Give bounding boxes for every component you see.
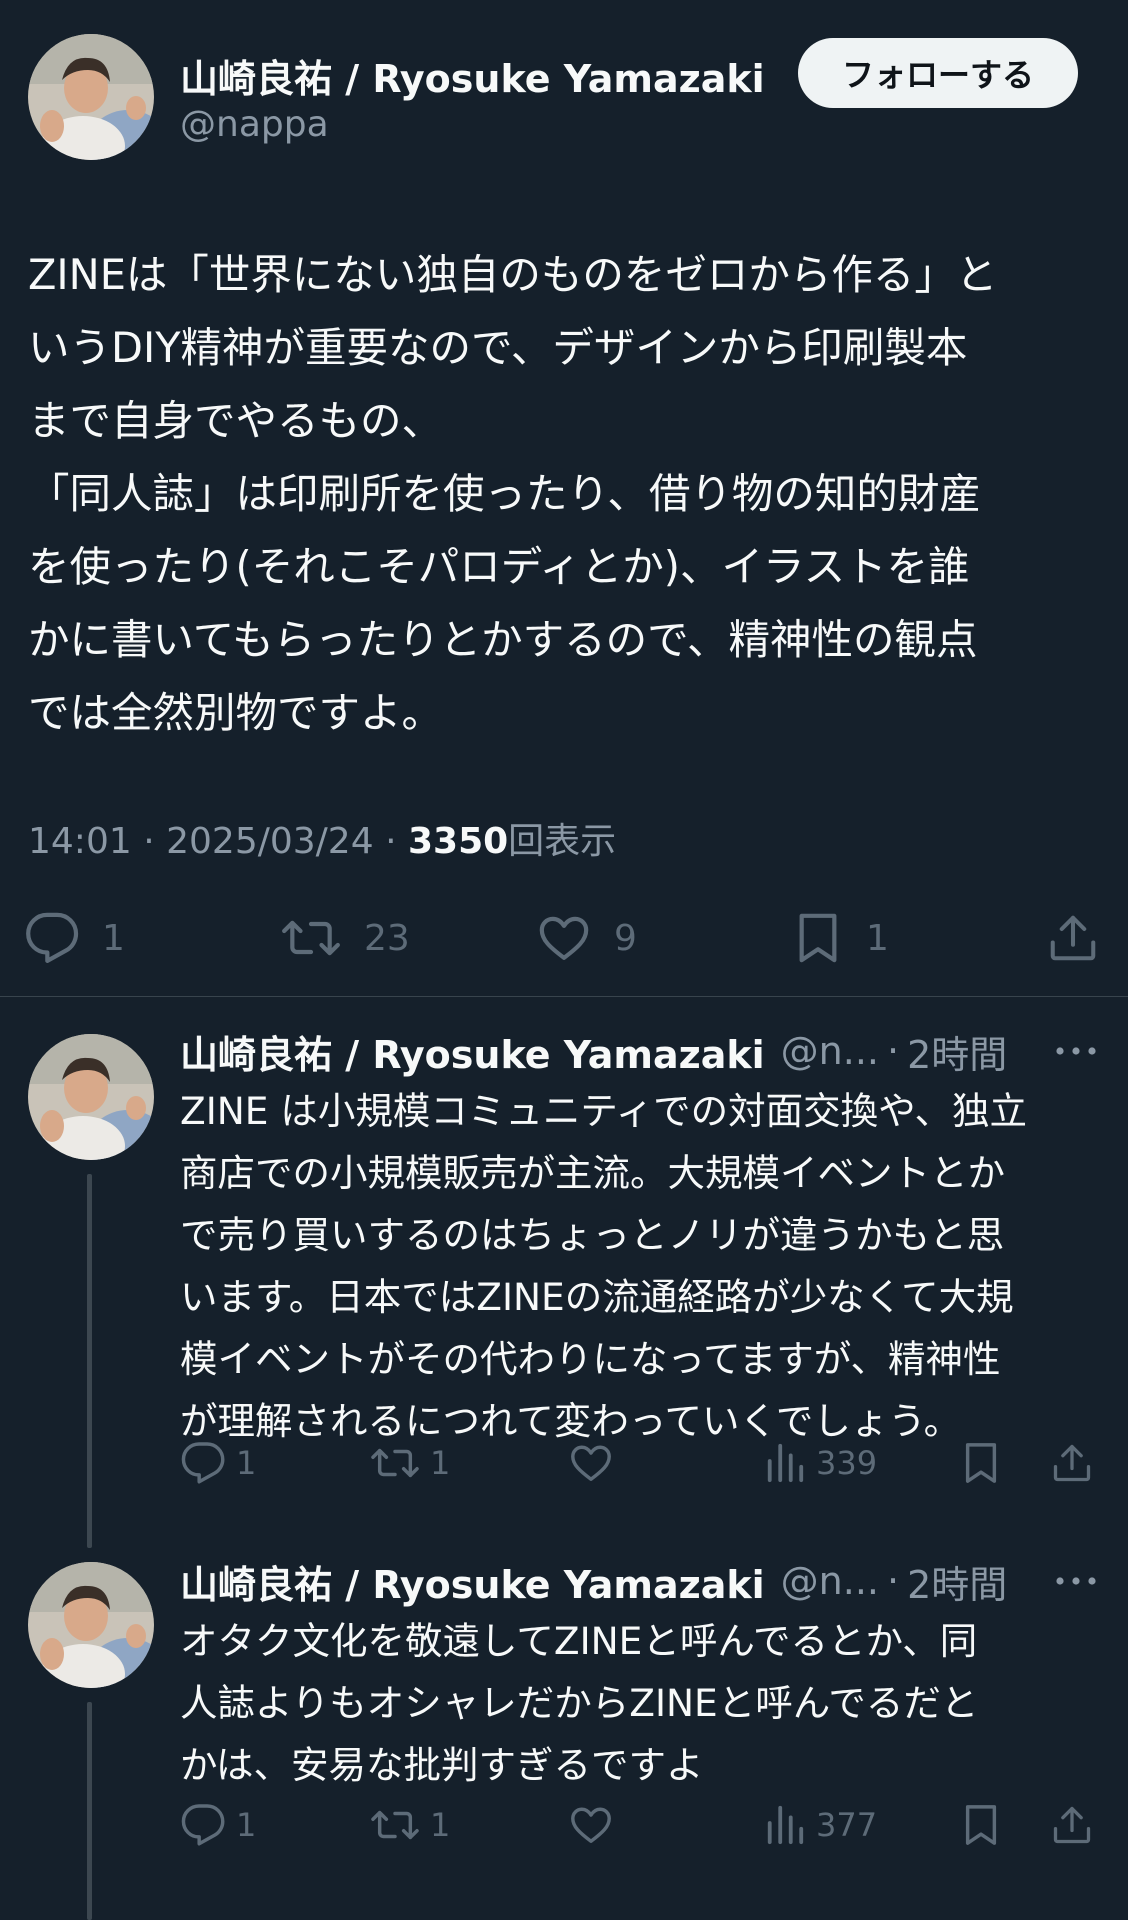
like-action[interactable] bbox=[568, 1800, 614, 1850]
like-count: 9 bbox=[614, 917, 637, 959]
reply-time[interactable]: 2時間 bbox=[907, 1554, 1007, 1609]
retweet-count: 1 bbox=[430, 1444, 451, 1482]
reply-action[interactable]: 1 bbox=[180, 1800, 256, 1850]
reply-header: 山崎良祐 / Ryosuke Yamazaki @n... · 2時間 bbox=[180, 1024, 1104, 1079]
tweet-detail-page: 山崎良祐 / Ryosuke Yamazaki @nappa フォローする ZI… bbox=[0, 0, 1128, 1920]
heart-icon bbox=[571, 1807, 611, 1844]
views-action[interactable]: 339 bbox=[764, 1438, 877, 1488]
share-action[interactable] bbox=[1050, 1438, 1094, 1488]
bookmark-icon bbox=[965, 1443, 997, 1483]
reply-author-avatar[interactable] bbox=[28, 1562, 154, 1688]
like-action[interactable]: 9 bbox=[536, 908, 637, 968]
heart-icon bbox=[539, 916, 589, 960]
like-action[interactable] bbox=[568, 1438, 614, 1488]
avatar-image bbox=[28, 34, 154, 160]
reply-time[interactable]: 2時間 bbox=[907, 1024, 1007, 1079]
views-label: 回表示 bbox=[508, 821, 617, 862]
thread-line bbox=[87, 1702, 92, 1920]
views-count: 377 bbox=[816, 1806, 878, 1844]
retweet-icon bbox=[282, 920, 340, 956]
reply-separator: · bbox=[887, 1559, 900, 1603]
tweet-date[interactable]: 2025/03/24 bbox=[166, 821, 374, 862]
bookmark-count: 1 bbox=[866, 917, 889, 959]
tweet-meta: 14:01 · 2025/03/24 · 3350回表示 bbox=[28, 812, 616, 864]
views-count: 339 bbox=[816, 1444, 878, 1482]
more-icon[interactable] bbox=[1054, 1041, 1098, 1061]
reply-header: 山崎良祐 / Ryosuke Yamazaki @n... · 2時間 bbox=[180, 1554, 1104, 1609]
tweet-time[interactable]: 14:01 bbox=[28, 821, 132, 862]
retweet-action[interactable]: 23 bbox=[280, 908, 410, 968]
meta-separator: · bbox=[143, 821, 155, 862]
share-action[interactable] bbox=[1046, 908, 1100, 968]
reply-author-avatar[interactable] bbox=[28, 1034, 154, 1160]
reply-icon bbox=[181, 1804, 225, 1846]
share-icon bbox=[1053, 1806, 1091, 1844]
views-action[interactable]: 377 bbox=[764, 1800, 877, 1850]
retweet-icon bbox=[371, 1448, 419, 1478]
views-count: 3350 bbox=[407, 821, 509, 862]
reply-separator: · bbox=[887, 1029, 900, 1073]
reply-text: ZINE は小規模コミュニティでの対面交換や、独立 商店での小規模販売が主流。大… bbox=[180, 1089, 1028, 1443]
reply-icon bbox=[26, 912, 79, 963]
reply-count: 1 bbox=[102, 917, 125, 959]
reply-count: 1 bbox=[236, 1806, 257, 1844]
analytics-icon bbox=[767, 1443, 804, 1483]
retweet-count: 23 bbox=[364, 917, 410, 959]
reply-actions: 1 1 339 bbox=[180, 1438, 1100, 1488]
more-icon[interactable] bbox=[1054, 1571, 1098, 1591]
analytics-icon bbox=[767, 1805, 804, 1845]
reply-author-name[interactable]: 山崎良祐 / Ryosuke Yamazaki bbox=[180, 1024, 765, 1079]
share-action[interactable] bbox=[1050, 1800, 1094, 1850]
reply-author-name[interactable]: 山崎良祐 / Ryosuke Yamazaki bbox=[180, 1554, 765, 1609]
bookmark-action[interactable] bbox=[960, 1800, 1002, 1850]
reply-count: 1 bbox=[236, 1444, 257, 1482]
thread-line bbox=[87, 1174, 92, 1548]
reply-actions: 1 1 377 bbox=[180, 1800, 1100, 1850]
reply-author-handle[interactable]: @n... bbox=[781, 1029, 879, 1073]
bookmark-action[interactable]: 1 bbox=[792, 908, 889, 968]
author-handle[interactable]: @nappa bbox=[180, 104, 329, 145]
reply-text: オタク文化を敬遠してZINEと呼んでるとか、同 人誌よりもオシャレだからZINE… bbox=[180, 1619, 979, 1787]
reply-icon bbox=[181, 1442, 225, 1484]
reply-author-handle[interactable]: @n... bbox=[781, 1559, 879, 1603]
author-name[interactable]: 山崎良祐 / Ryosuke Yamazaki bbox=[180, 48, 765, 103]
avatar-image bbox=[28, 1034, 154, 1160]
bookmark-action[interactable] bbox=[960, 1438, 1002, 1488]
retweet-action[interactable]: 1 bbox=[370, 1438, 450, 1488]
bookmark-icon bbox=[965, 1805, 997, 1845]
avatar-image bbox=[28, 1562, 154, 1688]
follow-button[interactable]: フォローする bbox=[798, 38, 1078, 108]
reply-action[interactable]: 1 bbox=[24, 908, 125, 968]
bookmark-icon bbox=[799, 913, 837, 963]
retweet-count: 1 bbox=[430, 1806, 451, 1844]
heart-icon bbox=[571, 1445, 611, 1482]
divider bbox=[0, 996, 1128, 997]
reply-action[interactable]: 1 bbox=[180, 1438, 256, 1488]
share-icon bbox=[1050, 915, 1096, 961]
tweet-text: ZINEは「世界にない独自のものをゼロから作る」と いうDIY精神が重要なので、… bbox=[28, 250, 998, 737]
retweet-icon bbox=[371, 1810, 419, 1840]
author-avatar[interactable] bbox=[28, 34, 154, 160]
retweet-action[interactable]: 1 bbox=[370, 1800, 450, 1850]
share-icon bbox=[1053, 1444, 1091, 1482]
meta-separator: · bbox=[385, 821, 397, 862]
